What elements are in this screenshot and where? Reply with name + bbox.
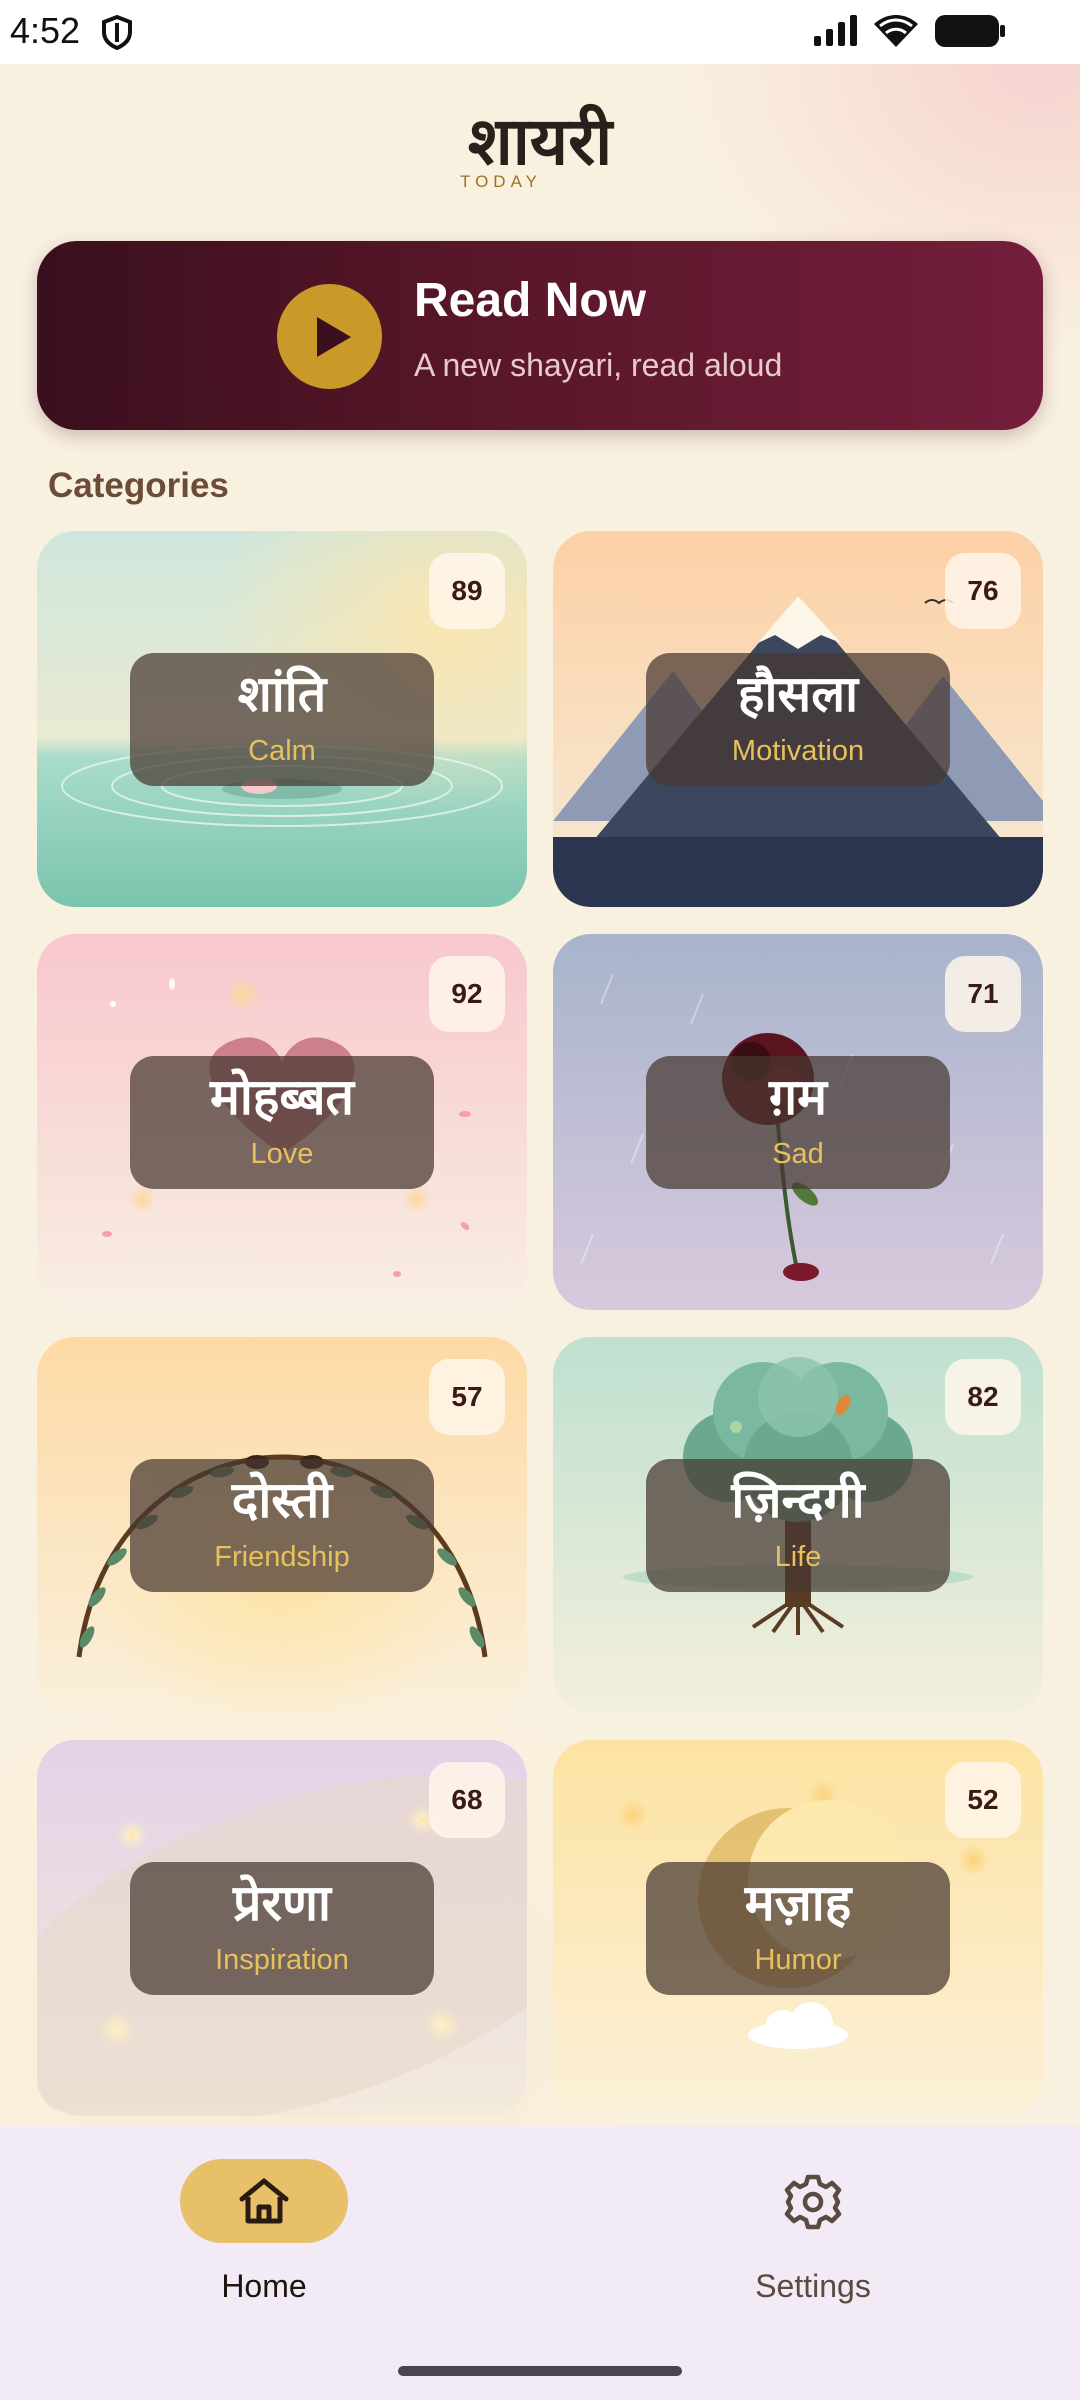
category-card-life[interactable]: 82 ज़िन्दगी Life	[553, 1337, 1043, 1713]
count-badge: 68	[429, 1762, 505, 1838]
category-card-friendship[interactable]: 57 दोस्ती Friendship	[37, 1337, 527, 1713]
category-title-hindi: प्रेरणा	[233, 1874, 331, 1932]
category-label: मोहब्बत Love	[130, 1056, 434, 1189]
category-label: ग़म Sad	[646, 1056, 950, 1189]
category-label: हौसला Motivation	[646, 653, 950, 786]
status-time: 4:52	[10, 10, 81, 51]
bottom-navigation: Home Settings	[0, 2126, 1080, 2400]
play-icon	[317, 317, 351, 357]
category-card-inspiration[interactable]: 68 प्रेरणा Inspiration	[37, 1740, 527, 2116]
category-title-hindi: दोस्ती	[231, 1471, 333, 1529]
count-badge: 92	[429, 956, 505, 1032]
app-logo: शायरी TODAY	[0, 96, 1080, 191]
read-now-button[interactable]: Read Now A new shayari, read aloud	[37, 241, 1043, 430]
category-title-hindi: शांति	[237, 665, 327, 723]
category-label: शांति Calm	[130, 653, 434, 786]
category-title-english: Friendship	[214, 1541, 350, 1573]
home-indicator[interactable]	[398, 2366, 682, 2376]
count-badge: 89	[429, 553, 505, 629]
category-label: ज़िन्दगी Life	[646, 1459, 950, 1592]
category-title-hindi: ज़िन्दगी	[731, 1471, 865, 1529]
category-label: मज़ाह Humor	[646, 1862, 950, 1995]
nav-home-button[interactable]	[180, 2159, 348, 2243]
nav-settings-label[interactable]: Settings	[713, 2268, 913, 2305]
category-title-english: Motivation	[731, 735, 865, 767]
read-now-subtitle: A new shayari, read aloud	[414, 347, 783, 383]
play-button[interactable]	[277, 284, 382, 389]
category-card-humor[interactable]: 52 मज़ाह Humor	[553, 1740, 1043, 2116]
home-icon	[239, 2178, 289, 2224]
nav-home-label[interactable]: Home	[164, 2268, 364, 2305]
read-now-title: Read Now	[414, 274, 647, 327]
signal-icon	[814, 15, 857, 46]
category-card-motivation[interactable]: 76 हौसला Motivation	[553, 531, 1043, 907]
category-card-sad[interactable]: 71 ग़म Sad	[553, 934, 1043, 1310]
wifi-icon	[874, 15, 918, 47]
category-title-english: Love	[250, 1138, 314, 1170]
category-title-english: Inspiration	[215, 1944, 349, 1976]
count-badge: 52	[945, 1762, 1021, 1838]
category-title-english: Humor	[754, 1944, 842, 1976]
categories-heading: Categories	[48, 466, 229, 505]
status-bar: 4:52	[0, 0, 1080, 64]
category-label: दोस्ती Friendship	[130, 1459, 434, 1592]
shield-icon	[102, 14, 132, 50]
count-badge: 76	[945, 553, 1021, 629]
gear-icon[interactable]	[784, 2173, 842, 2231]
category-title-hindi: मोहब्बत	[209, 1068, 355, 1126]
category-card-love[interactable]: 92 मोहब्बत Love	[37, 934, 527, 1310]
category-title-english: Life	[774, 1541, 822, 1573]
battery-icon	[935, 15, 1005, 47]
count-badge: 82	[945, 1359, 1021, 1435]
category-title-english: Sad	[772, 1138, 824, 1170]
count-badge: 57	[429, 1359, 505, 1435]
category-title-english: Calm	[248, 735, 316, 767]
category-title-hindi: ग़म	[768, 1068, 828, 1126]
category-title-hindi: मज़ाह	[744, 1874, 852, 1932]
category-title-hindi: हौसला	[737, 665, 859, 723]
category-label: प्रेरणा Inspiration	[130, 1862, 434, 1995]
category-card-calm[interactable]: 89 शांति Calm	[37, 531, 527, 907]
app-logo-subtitle: TODAY	[460, 172, 542, 191]
count-badge: 71	[945, 956, 1021, 1032]
